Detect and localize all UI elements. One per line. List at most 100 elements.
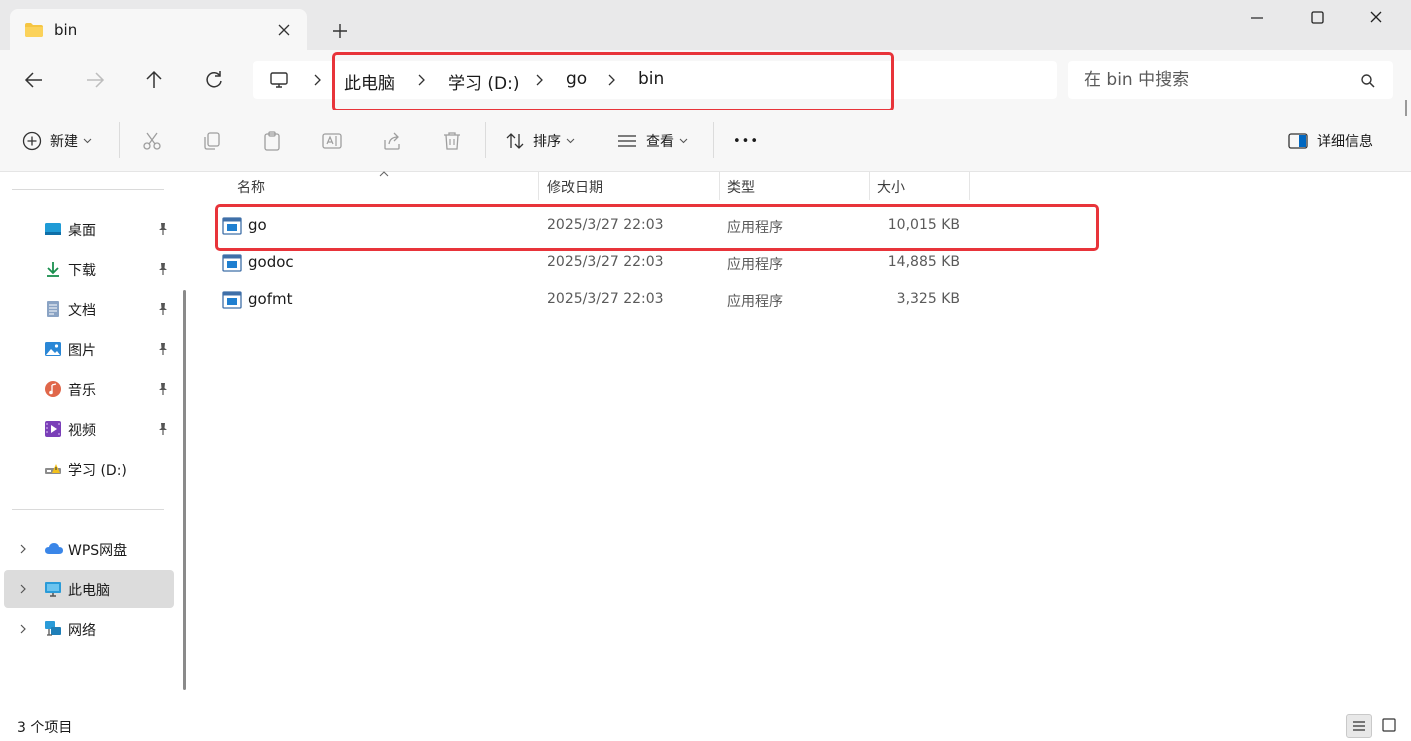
chevron-right-icon[interactable]: [533, 73, 545, 87]
file-date: 2025/3/27 22:03: [547, 291, 664, 307]
pin-icon[interactable]: [156, 382, 170, 396]
share-icon: [381, 130, 403, 152]
address-bar[interactable]: 此电脑 学习 (D:) go bin: [253, 61, 1057, 99]
paste-button[interactable]: [261, 110, 283, 172]
chevron-right-icon[interactable]: [18, 543, 28, 555]
chevron-right-icon[interactable]: [18, 583, 28, 595]
column-separator[interactable]: [719, 172, 720, 200]
sidebar-item-label: 桌面: [68, 223, 96, 239]
close-tab-icon[interactable]: [276, 22, 292, 38]
tab-bin[interactable]: bin: [10, 9, 307, 51]
column-separator[interactable]: [538, 172, 539, 200]
file-row-gofmt[interactable]: gofmt 2025/3/27 22:03 应用程序 3,325 KB: [216, 283, 1096, 317]
tiles-view-button[interactable]: [1377, 714, 1403, 738]
sort-label: 排序: [533, 134, 561, 150]
pin-icon[interactable]: [156, 422, 170, 436]
new-tab-icon[interactable]: [330, 21, 350, 41]
breadcrumb-go[interactable]: go: [566, 69, 587, 89]
plus-circle-icon: [22, 131, 42, 151]
file-row-go[interactable]: go 2025/3/27 22:03 应用程序 10,015 KB: [216, 209, 1096, 243]
sidebar-item-desktop[interactable]: 桌面: [4, 210, 174, 248]
computer-icon: [44, 580, 62, 598]
maximize-icon[interactable]: [1305, 8, 1329, 28]
close-window-icon[interactable]: [1364, 8, 1388, 28]
sidebar-item-drive-d[interactable]: 学习 (D:): [4, 450, 174, 488]
minimize-icon[interactable]: [1245, 8, 1269, 28]
chevron-right-icon[interactable]: [311, 73, 323, 87]
title-bar: bin: [0, 0, 1411, 51]
clipboard-icon: [261, 130, 283, 152]
tiles-view-icon: [1382, 718, 1396, 732]
sidebar-item-wps-cloud[interactable]: WPS网盘: [4, 530, 174, 568]
new-button[interactable]: 新建: [22, 110, 92, 172]
file-size: 14,885 KB: [887, 254, 960, 270]
music-icon: [44, 380, 62, 398]
pin-icon[interactable]: [156, 222, 170, 236]
sidebar-item-downloads[interactable]: 下载: [4, 250, 174, 288]
sidebar-item-videos[interactable]: 视频: [4, 410, 174, 448]
sidebar-item-label: 图片: [68, 343, 96, 359]
column-header-date[interactable]: 修改日期: [547, 172, 603, 200]
details-view-button[interactable]: [1346, 714, 1372, 738]
computer-icon[interactable]: [269, 70, 289, 90]
toolbar-divider: [485, 122, 486, 158]
up-icon[interactable]: [143, 69, 165, 91]
sidebar-item-music[interactable]: 音乐: [4, 370, 174, 408]
sidebar-item-this-pc[interactable]: 此电脑: [4, 570, 174, 608]
sort-button[interactable]: 排序: [505, 110, 575, 172]
sidebar-item-documents[interactable]: 文档: [4, 290, 174, 328]
trash-icon: [441, 130, 463, 152]
breadcrumb-drive-d[interactable]: 学习 (D:): [448, 69, 520, 94]
application-icon: [222, 291, 242, 309]
file-name: go: [248, 216, 267, 234]
file-size: 10,015 KB: [887, 217, 960, 233]
copy-icon: [201, 130, 223, 152]
scissors-icon: [141, 130, 163, 152]
cloud-icon: [44, 540, 63, 558]
breadcrumb-bin[interactable]: bin: [638, 69, 664, 89]
refresh-icon[interactable]: [203, 69, 225, 91]
file-name: godoc: [248, 253, 294, 271]
status-bar: 3 个项目: [0, 712, 1411, 741]
chevron-right-icon[interactable]: [415, 73, 427, 87]
delete-button[interactable]: [441, 110, 463, 172]
chevron-right-icon[interactable]: [605, 73, 617, 87]
view-button[interactable]: 查看: [616, 110, 688, 172]
rename-button[interactable]: [321, 110, 343, 172]
pin-icon[interactable]: [156, 302, 170, 316]
column-separator[interactable]: [869, 172, 870, 200]
details-pane-button[interactable]: 详细信息: [1287, 110, 1373, 172]
application-icon: [222, 217, 242, 235]
window-edge: [1405, 100, 1407, 116]
pin-icon[interactable]: [156, 262, 170, 276]
cut-button[interactable]: [141, 110, 163, 172]
file-name: gofmt: [248, 290, 293, 308]
sidebar-item-pictures[interactable]: 图片: [4, 330, 174, 368]
file-row-godoc[interactable]: godoc 2025/3/27 22:03 应用程序 14,885 KB: [216, 246, 1096, 280]
more-options-button[interactable]: •••: [733, 110, 759, 172]
share-button[interactable]: [381, 110, 403, 172]
sidebar-scrollbar[interactable]: [183, 290, 186, 690]
column-separator[interactable]: [969, 172, 970, 200]
command-bar: 新建 排序 查看 ••• 详细信息: [0, 110, 1411, 172]
sidebar-item-network[interactable]: 网络: [4, 610, 174, 648]
file-date: 2025/3/27 22:03: [547, 254, 664, 270]
sidebar-item-label: 文档: [68, 303, 96, 319]
forward-icon[interactable]: [84, 69, 106, 91]
chevron-right-icon[interactable]: [18, 623, 28, 635]
chevron-down-icon: [83, 138, 92, 144]
back-icon[interactable]: [23, 69, 45, 91]
column-header-size[interactable]: 大小: [877, 172, 905, 200]
chevron-down-icon: [679, 138, 688, 144]
search-input[interactable]: [1068, 61, 1393, 99]
item-count: 3 个项目: [17, 720, 73, 736]
details-view-icon: [1353, 721, 1365, 731]
pin-icon[interactable]: [156, 342, 170, 356]
copy-button[interactable]: [201, 110, 223, 172]
view-label: 查看: [646, 134, 674, 150]
column-header-name[interactable]: 名称: [237, 172, 265, 200]
document-icon: [44, 300, 62, 318]
breadcrumb-this-pc[interactable]: 此电脑: [344, 69, 395, 94]
search-icon[interactable]: [1360, 73, 1376, 89]
column-header-type[interactable]: 类型: [727, 172, 755, 200]
